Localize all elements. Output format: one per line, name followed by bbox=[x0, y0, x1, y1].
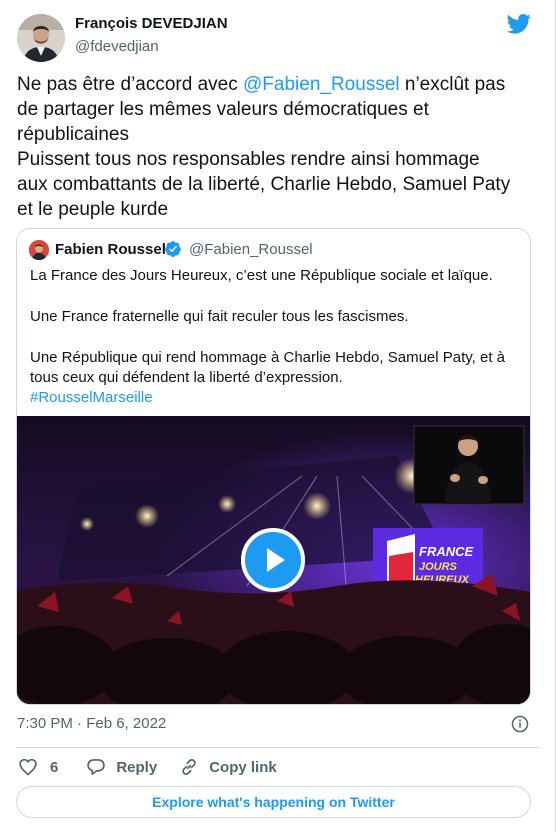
video-player[interactable]: FRANCE JOURS HEUREUX bbox=[17, 416, 530, 704]
quoted-paragraph-2: Une France fraternelle qui fait reculer … bbox=[30, 308, 409, 325]
reply-label: Reply bbox=[116, 758, 158, 776]
quoted-paragraph-1: La France des Jours Heureux, c’est une R… bbox=[30, 267, 493, 284]
copy-link-button[interactable]: Copy link bbox=[179, 757, 277, 777]
tweet-line-4: Puissent tous nos responsables rendre ai… bbox=[17, 149, 480, 170]
link-icon bbox=[182, 759, 196, 775]
quoted-tweet[interactable]: Fabien Roussel @Fabien_Roussel La France… bbox=[16, 228, 531, 705]
author-handle[interactable]: @fdevedjian bbox=[75, 38, 159, 55]
copy-link-label: Copy link bbox=[209, 758, 277, 776]
author-name[interactable]: François DEVEDJIAN bbox=[75, 15, 228, 32]
tweet-card: François DEVEDJIAN @fdevedjian Ne pas êt… bbox=[0, 0, 556, 832]
quoted-tweet-text: La France des Jours Heureux, c’est une R… bbox=[30, 266, 522, 408]
like-button[interactable]: 6 bbox=[18, 757, 58, 777]
tweet-text: Ne pas être d’accord avec @Fabien_Rousse… bbox=[17, 72, 537, 222]
tweet-line-3: républicaines bbox=[17, 124, 129, 145]
reply-icon bbox=[87, 759, 106, 775]
quoted-author-handle[interactable]: @Fabien_Roussel bbox=[189, 241, 313, 258]
quoted-author-name[interactable]: Fabien Roussel bbox=[55, 241, 166, 258]
verified-badge-icon bbox=[165, 241, 181, 257]
tweet-text-segment: Ne pas être d’accord avec bbox=[17, 74, 244, 95]
mention-link[interactable]: @Fabien_Roussel bbox=[243, 74, 400, 95]
stage-text-1: FRANCE bbox=[419, 544, 473, 559]
tweet-line-1: Ne pas être d’accord avec @Fabien_Rousse… bbox=[17, 72, 537, 97]
divider bbox=[16, 747, 539, 748]
play-icon bbox=[267, 548, 285, 572]
quoted-author-avatar[interactable] bbox=[29, 240, 49, 260]
twitter-bird-icon[interactable] bbox=[507, 14, 531, 34]
hashtag-link[interactable]: #RousselMarseille bbox=[30, 388, 522, 408]
tweet-line-5: aux combattants de la liberté, Charlie H… bbox=[17, 174, 511, 195]
action-bar: 6 Reply Copy link bbox=[18, 757, 299, 777]
explore-twitter-button[interactable]: Explore what's happening on Twitter bbox=[16, 786, 531, 818]
tweet-line-6: et le peuple kurde bbox=[17, 199, 169, 220]
play-button[interactable] bbox=[241, 528, 305, 592]
like-count: 6 bbox=[50, 758, 59, 776]
stage-text-2: JOURS bbox=[419, 561, 458, 573]
info-icon[interactable] bbox=[511, 715, 529, 733]
heart-icon bbox=[19, 758, 37, 776]
tweet-timestamp[interactable]: 7:30 PM · Feb 6, 2022 bbox=[17, 715, 166, 732]
quoted-paragraph-3-line-2: tous ceux qui défendent la liberté d’exp… bbox=[30, 369, 343, 386]
tweet-line-2: de partager les mêmes valeurs démocratiq… bbox=[17, 99, 429, 120]
reply-button[interactable]: Reply bbox=[86, 757, 157, 777]
quoted-paragraph-3-line-1: Une République qui rend hommage à Charli… bbox=[30, 349, 506, 366]
author-avatar[interactable] bbox=[17, 14, 65, 62]
tweet-text-segment: n’exclût pas bbox=[399, 74, 506, 95]
